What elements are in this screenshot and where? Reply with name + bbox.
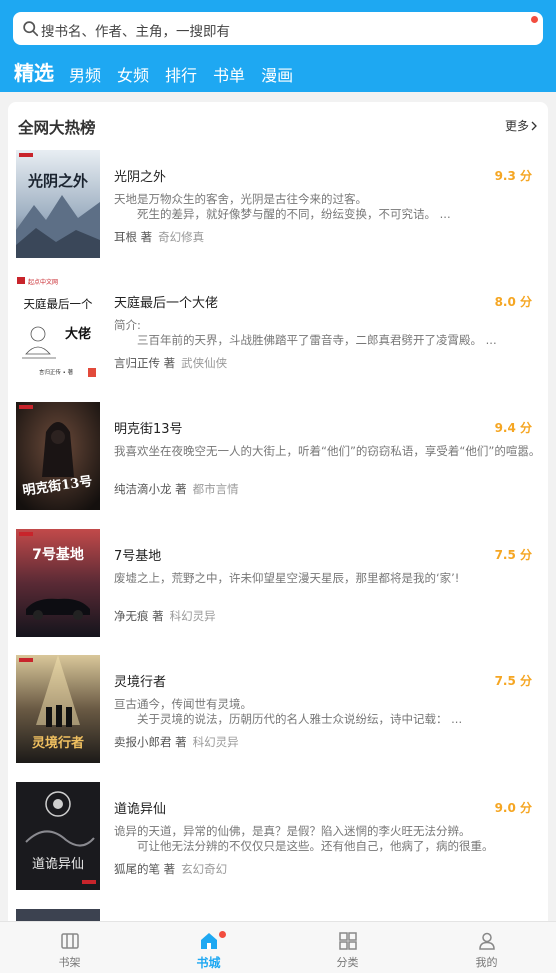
book-tags: 科幻灵异 [169, 609, 216, 623]
search-bar[interactable]: 搜书名、作者、主角，一搜即有 [13, 12, 543, 45]
book-meta: 纯洁滴小龙 著都市言情 [114, 481, 239, 497]
search-icon [23, 21, 39, 37]
book-item[interactable]: 光阴之外 光阴之外 9.3 分 天地是万物众生的客舍，光阴是古往今来的过客。 死… [8, 150, 548, 260]
book-score: 9.3 分 [494, 169, 532, 183]
section-title: 全网大热榜 [18, 119, 96, 137]
book-score: 9.4 分 [494, 421, 532, 435]
book-cover: 明克街13号 [16, 402, 100, 510]
category-grid-icon [338, 932, 357, 950]
book-meta: 耳根 著奇幻修真 [114, 229, 204, 245]
bookshelf-icon [60, 933, 79, 949]
tab-ranking[interactable]: 排行 [165, 62, 197, 86]
book-cover: 灵境行者 [16, 655, 100, 763]
book-tags: 武侠仙侠 [181, 356, 228, 370]
top-header: 搜书名、作者、主角，一搜即有 精选 男频 女频 排行 书单 漫画 [0, 0, 556, 92]
book-tags: 奇幻修真 [158, 230, 205, 244]
book-score: 8.0 分 [494, 295, 532, 309]
book-cover: 光阴之外 [16, 150, 100, 258]
book-author: 纯洁滴小龙 著 [114, 482, 187, 496]
book-score: 7.5 分 [494, 674, 532, 688]
bookstore-home-icon [200, 933, 217, 949]
tab-female[interactable]: 女频 [117, 62, 149, 86]
book-item[interactable]: 7号基地 7号基地 7.5 分 废墟之上，荒野之中，许未仰望星空漫天星辰，那里都… [8, 529, 548, 639]
book-cover: 7号基地 [16, 529, 100, 637]
book-author: 卖报小郎君 著 [114, 735, 187, 749]
book-title[interactable]: 明克街13号 [114, 418, 183, 437]
book-description: 简介: 三百年前的天界，斗战胜佛踏平了雷音寺，二郎真君劈开了凌霄殿。 ... [114, 318, 497, 347]
tab-featured[interactable]: 精选 [14, 57, 54, 86]
book-author: 净无痕 著 [114, 609, 164, 623]
book-cover: 道诡异仙 [16, 782, 100, 890]
book-author: 狐尾的笔 著 [114, 862, 176, 876]
book-tags: 科幻灵异 [192, 735, 239, 749]
book-tags: 都市言情 [192, 482, 239, 496]
nav-bookshelf[interactable]: 书架 [0, 922, 139, 973]
notification-dot [531, 16, 538, 23]
book-title[interactable]: 道诡异仙 [114, 798, 166, 817]
book-title[interactable]: 灵境行者 [114, 671, 166, 690]
book-author: 言归正传 著 [114, 356, 176, 370]
book-tags: 玄幻奇幻 [181, 862, 228, 876]
notification-dot [219, 931, 226, 938]
bottom-nav: 书架 书城 分类 我的 [0, 921, 556, 973]
svg-text:起点中文网: 起点中文网 [28, 278, 58, 286]
svg-text:道诡异仙: 道诡异仙 [32, 857, 84, 872]
more-label: 更多 [504, 119, 529, 133]
more-link[interactable]: 更多 [505, 117, 538, 134]
hot-list-card: 全网大热榜 更多 光阴之外 光阴之外 9.3 分 天地是万物众生的客舍，光阴是古… [8, 102, 548, 932]
book-meta: 净无痕 著科幻灵异 [114, 608, 216, 624]
book-title[interactable]: 光阴之外 [114, 166, 166, 185]
svg-text:大佬: 大佬 [65, 326, 91, 342]
nav-label: 分类 [336, 956, 359, 969]
nav-profile[interactable]: 我的 [417, 922, 556, 973]
nav-label: 我的 [475, 956, 498, 969]
tab-booklist[interactable]: 书单 [213, 62, 245, 86]
svg-text:言归正传 • 著: 言归正传 • 著 [39, 368, 74, 376]
book-meta: 卖报小郎君 著科幻灵异 [114, 734, 239, 750]
book-cover: 起点中文网 天庭最后一个 大佬 言归正传 • 著 [16, 276, 100, 384]
nav-bookstore[interactable]: 书城 [139, 922, 278, 973]
nav-label: 书架 [58, 956, 81, 969]
book-title[interactable]: 天庭最后一个大佬 [114, 292, 218, 311]
book-description: 亘古通今，传闻世有灵境。 关于灵境的说法，历朝历代的名人雅士众说纷纭，诗中记载：… [114, 697, 463, 726]
chevron-right-icon [531, 121, 537, 130]
svg-text:7号基地: 7号基地 [32, 546, 84, 563]
book-title[interactable]: 7号基地 [114, 545, 161, 564]
profile-icon [478, 932, 495, 950]
book-description: 废墟之上，荒野之中，许未仰望星空漫天星辰，那里都将是我的‘家’! [114, 571, 460, 585]
book-item[interactable]: 灵境行者 灵境行者 7.5 分 亘古通今，传闻世有灵境。 关于灵境的说法，历朝历… [8, 655, 548, 765]
nav-category[interactable]: 分类 [278, 922, 417, 973]
book-score: 9.0 分 [494, 801, 532, 815]
book-author: 耳根 著 [114, 230, 153, 244]
svg-text:光阴之外: 光阴之外 [27, 172, 88, 190]
book-meta: 言归正传 著武侠仙侠 [114, 355, 227, 371]
search-placeholder: 搜书名、作者、主角，一搜即有 [41, 24, 230, 40]
book-item[interactable]: 起点中文网 天庭最后一个 大佬 言归正传 • 著 天庭最后一个大佬 8.0 分 … [8, 276, 548, 386]
book-description: 我喜欢坐在夜晚空无一人的大街上，听着“他们”的窃窃私语，享受着“他们”的喧嚣。 [114, 444, 534, 458]
tab-comics[interactable]: 漫画 [261, 62, 293, 86]
book-item[interactable]: 道诡异仙 道诡异仙 9.0 分 诡异的天道，异常的仙佛，是真？是假？陷入迷惘的李… [8, 782, 548, 892]
category-tabs: 精选 男频 女频 排行 书单 漫画 [14, 58, 309, 86]
book-item[interactable]: 明克街13号 明克街13号 9.4 分 我喜欢坐在夜晚空无一人的大街上，听着“他… [8, 402, 548, 512]
book-meta: 狐尾的笔 著玄幻奇幻 [114, 861, 227, 877]
nav-label: 书城 [196, 956, 221, 970]
tab-male[interactable]: 男频 [69, 62, 101, 86]
book-description: 天地是万物众生的客舍，光阴是古往今来的过客。 死生的差异，就好像梦与醒的不同，纷… [114, 192, 451, 221]
svg-text:天庭最后一个: 天庭最后一个 [24, 297, 93, 311]
book-score: 7.5 分 [494, 548, 532, 562]
svg-text:灵境行者: 灵境行者 [32, 735, 84, 751]
book-description: 诡异的天道，异常的仙佛，是真？是假？陷入迷惘的李火旺无法分辨。 可让他无法分辨的… [114, 824, 494, 853]
